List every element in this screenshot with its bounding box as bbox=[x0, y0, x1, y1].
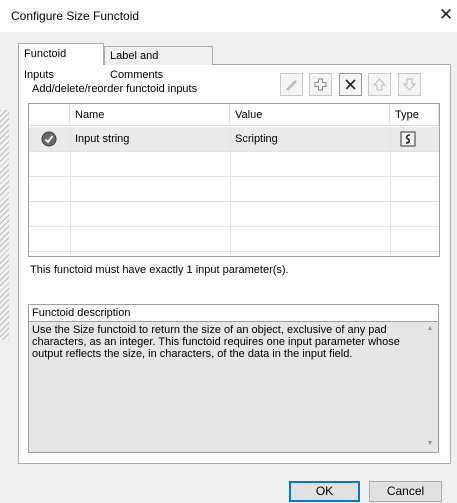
window-title: Configure Size Functoid bbox=[11, 9, 140, 23]
grid-line bbox=[70, 126, 71, 256]
scroll-up-icon[interactable]: ▲ bbox=[424, 324, 436, 334]
edit-button[interactable] bbox=[280, 73, 303, 96]
move-down-icon bbox=[402, 78, 417, 91]
grid-header-type[interactable]: Type bbox=[390, 104, 439, 126]
grid-line bbox=[29, 251, 439, 252]
grid-header-name[interactable]: Name bbox=[70, 104, 230, 126]
grid-line bbox=[29, 176, 439, 177]
background-hatch bbox=[0, 110, 9, 340]
ok-button[interactable]: OK bbox=[289, 481, 360, 502]
inputs-grid: Name Value Type Input string Scripting bbox=[28, 103, 440, 257]
scripting-icon[interactable] bbox=[400, 131, 416, 147]
delete-icon bbox=[345, 79, 356, 90]
grid-line bbox=[390, 126, 391, 256]
grid-line bbox=[29, 201, 439, 202]
close-icon[interactable]: ✕ bbox=[434, 3, 457, 27]
grid-header-status bbox=[29, 104, 70, 126]
input-name-cell[interactable]: Input string bbox=[75, 127, 129, 151]
description-label: Functoid description bbox=[29, 305, 438, 322]
param-count-note: This functoid must have exactly 1 input … bbox=[30, 264, 289, 276]
input-value-cell[interactable]: Scripting bbox=[235, 127, 278, 151]
description-box: Functoid description Use the Size functo… bbox=[28, 304, 439, 453]
move-up-icon bbox=[372, 78, 387, 91]
cancel-button[interactable]: Cancel bbox=[369, 481, 442, 502]
grid-line bbox=[230, 126, 231, 256]
scroll-down-icon[interactable]: ▼ bbox=[424, 439, 436, 449]
tab-label-and-comments[interactable]: Label and Comments bbox=[104, 46, 213, 81]
add-icon bbox=[314, 78, 327, 91]
inputs-section-label: Add/delete/reorder functoid inputs bbox=[32, 83, 198, 95]
delete-button[interactable] bbox=[339, 73, 362, 96]
tab-functoid-inputs[interactable]: Functoid Inputs bbox=[18, 43, 104, 81]
grid-line bbox=[29, 226, 439, 227]
move-up-button[interactable] bbox=[368, 73, 391, 96]
add-button[interactable] bbox=[309, 73, 332, 96]
grid-line bbox=[29, 151, 439, 152]
description-text[interactable]: Use the Size functoid to return the size… bbox=[29, 322, 438, 452]
check-icon bbox=[41, 131, 57, 147]
grid-header-value[interactable]: Value bbox=[230, 104, 390, 126]
edit-icon bbox=[286, 80, 297, 91]
move-down-button[interactable] bbox=[398, 73, 421, 96]
